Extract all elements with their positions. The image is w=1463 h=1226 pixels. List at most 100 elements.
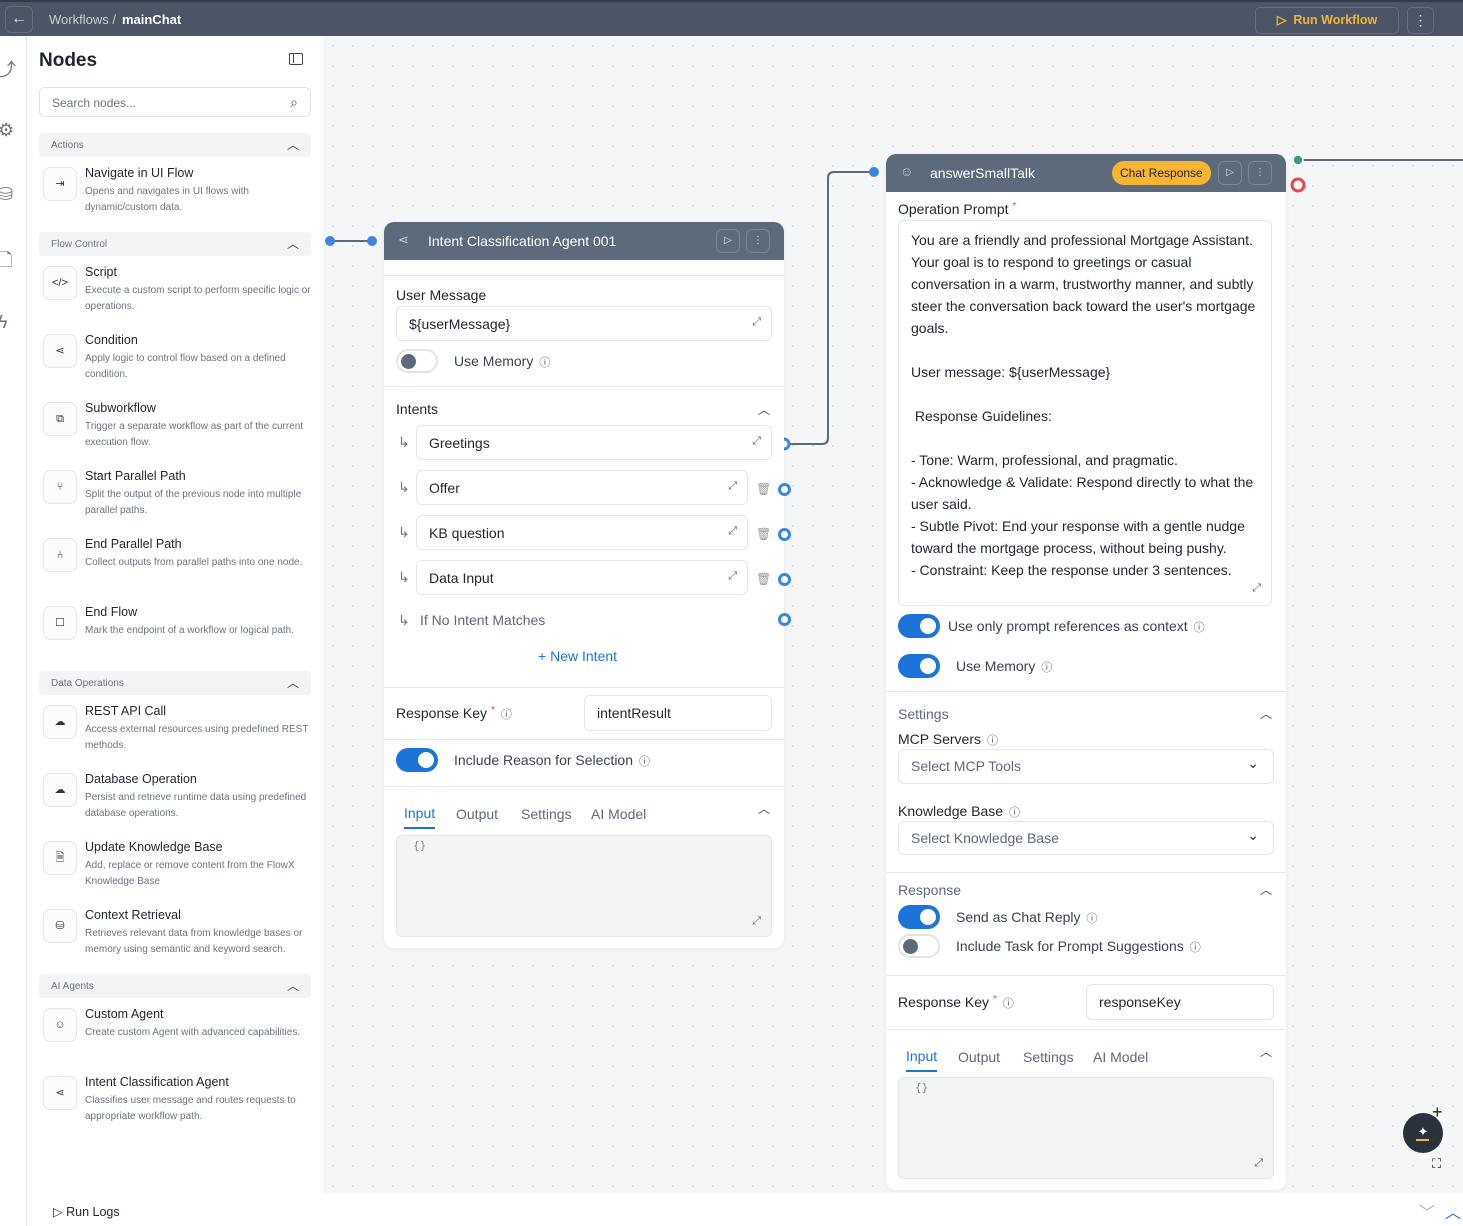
success-handle[interactable] [1292,154,1304,166]
chevron-up-icon[interactable]: ︿ [1260,705,1272,722]
code-text: {} [915,1081,929,1094]
node-header[interactable]: ☺ answerSmallTalk Chat Response ▷ ⋮ [886,154,1286,192]
run-logs-label: Run Logs [66,1205,120,1219]
bottom-bar: ▷ Run Logs ﹀ ︿ [27,1193,1463,1226]
node-menu-button[interactable]: ⋮ [1248,161,1272,185]
include-task-toggle[interactable] [898,934,940,958]
run-node-button[interactable]: ▷ [716,229,740,253]
info-icon: ⓘ [1193,622,1205,634]
intent-input[interactable]: Greetings ⤢ [416,425,772,460]
new-intent-label: New Intent [550,648,618,664]
tab-input[interactable]: Input [906,1048,938,1072]
tab-output[interactable]: Output [456,806,498,822]
info-icon: ⓘ [539,357,551,369]
run-logs-button[interactable]: ▷ Run Logs [53,1204,120,1219]
expand-icon[interactable]: ⤢ [752,316,761,329]
tab-settings[interactable]: Settings [521,806,572,822]
output-handle[interactable] [325,236,335,246]
knowledge-base-label: Knowledge Base [898,803,1004,819]
branch-arrow-icon: ↳ [398,569,410,585]
answer-small-talk-node[interactable]: ☺ answerSmallTalk Chat Response ▷ ⋮ Oper… [886,154,1286,1190]
operation-prompt-textarea[interactable]: You are a friendly and professional Mort… [898,220,1272,606]
node-menu-button[interactable]: ⋮ [746,229,770,253]
response-key-input[interactable]: responseKey [1086,984,1274,1020]
expand-icon[interactable]: ⤢ [1252,577,1261,599]
intent-input[interactable]: Offer ⤢ [416,470,748,505]
info-icon: ⓘ [986,735,998,747]
response-key-value: responseKey [1099,994,1181,1010]
trash-icon[interactable]: 🗑 [756,527,771,541]
use-memory-toggle[interactable] [898,654,940,678]
mcp-placeholder: Select MCP Tools [911,758,1021,774]
intent-handle[interactable] [778,483,791,496]
settings-section-label: Settings [898,706,949,722]
intent-handle[interactable] [778,528,791,541]
tab-input[interactable]: Input [404,805,436,829]
use-memory-toggle[interactable] [396,349,438,373]
chevron-up-icon[interactable]: ︿ [758,800,770,817]
trash-icon[interactable]: 🗑 [756,482,771,496]
knowledge-base-select[interactable]: Select Knowledge Base ⌄ [898,821,1274,855]
new-intent-button[interactable]: + New Intent [538,648,617,664]
chevron-up-icon[interactable]: ︿ [1260,1043,1272,1060]
branch-arrow-icon: ↳ [398,479,410,495]
response-key-input[interactable]: intentResult [584,695,772,731]
info-icon: ⓘ [500,709,512,721]
mcp-servers-label: MCP Servers [898,731,981,747]
intents-label: Intents [396,401,439,417]
expand-icon[interactable]: ⤢ [728,570,737,583]
expand-icon[interactable]: ⤢ [728,525,737,538]
intent-input[interactable]: KB question ⤢ [416,515,748,550]
sparkle-icon: ✦ [1417,1124,1429,1139]
input-code-editor[interactable]: {} ⤢ [396,835,772,937]
send-chat-reply-label: Send as Chat Reply [956,909,1081,925]
play-icon: ▷ [53,1205,63,1219]
input-handle[interactable] [367,236,377,246]
user-message-input[interactable]: ${userMessage} ⤢ [396,306,772,341]
branch-arrow-icon: ↳ [398,434,410,450]
error-handle[interactable] [1290,177,1306,193]
expand-icon[interactable]: ⤢ [752,915,761,928]
no-match-handle[interactable] [778,613,791,626]
use-memory-label: Use Memory [454,353,534,369]
expand-icon[interactable]: ⤢ [728,480,737,493]
use-prompt-references-toggle[interactable] [898,614,940,638]
input-code-editor[interactable]: {} ⤢ [898,1077,1274,1179]
run-node-button[interactable]: ▷ [1218,161,1242,185]
intent-handle[interactable] [778,573,791,586]
tab-settings[interactable]: Settings [1023,1049,1074,1065]
chevron-down-icon[interactable]: ﹀ [1419,1199,1435,1223]
trash-icon[interactable]: 🗑 [756,572,771,586]
intent-input[interactable]: Data Input ⤢ [416,560,748,595]
intent-classification-node[interactable]: ⋖ Intent Classification Agent 001 ▷ ⋮ Us… [384,222,784,948]
info-icon: ⓘ [1086,913,1098,925]
prompt-text: You are a friendly and professional Mort… [911,232,1256,578]
info-icon: ⓘ [1002,998,1014,1010]
no-match-label: If No Intent Matches [420,612,546,628]
mcp-tools-select[interactable]: Select MCP Tools ⌄ [898,749,1274,784]
tab-output[interactable]: Output [958,1049,1000,1065]
fit-view-icon[interactable]: ⛶ [1432,1156,1441,1172]
ai-assistant-button[interactable]: ✦ [1403,1113,1443,1153]
include-reason-label: Include Reason for Selection [454,752,633,768]
chevron-up-icon[interactable]: ︿ [1445,1199,1461,1223]
kb-placeholder: Select Knowledge Base [911,830,1059,846]
intent-icon: ⋖ [398,232,409,247]
tab-ai-model[interactable]: AI Model [1093,1049,1148,1065]
expand-icon[interactable]: ⤢ [752,435,761,448]
intent-label: Greetings [429,435,490,451]
response-key-label: Response Key [898,994,990,1010]
chevron-up-icon[interactable]: ︿ [758,401,770,418]
expand-icon[interactable]: ⤢ [1254,1157,1263,1170]
chevron-up-icon[interactable]: ︿ [1260,881,1272,898]
send-chat-reply-toggle[interactable] [898,905,940,929]
code-text: {} [413,839,427,852]
tab-ai-model[interactable]: AI Model [591,806,646,822]
input-handle[interactable] [869,167,879,177]
node-header[interactable]: ⋖ Intent Classification Agent 001 ▷ ⋮ [384,222,784,260]
response-key-label: Response Key [396,705,488,721]
include-reason-toggle[interactable] [396,748,438,772]
chevron-down-icon: ⌄ [1247,827,1259,843]
use-prompt-references-label: Use only prompt references as context [948,618,1188,634]
branch-arrow-icon: ↳ [398,612,410,628]
